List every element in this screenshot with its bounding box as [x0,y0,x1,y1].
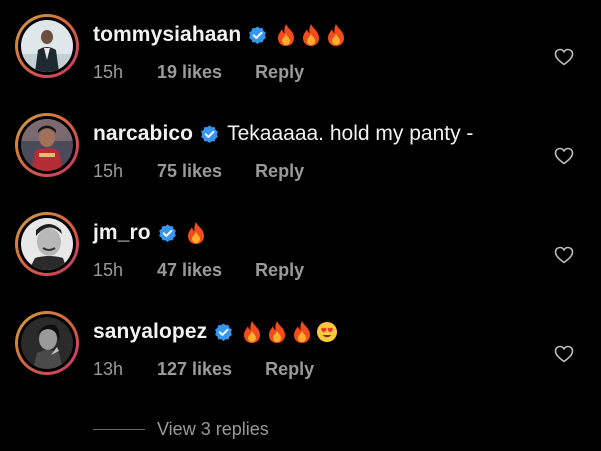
comment-item: sanyalopez 13h 127 likes Reply [0,311,601,401]
view-replies-label: View 3 replies [157,418,269,439]
comment-item: tommysiahaan 15h 19 likes Reply [0,14,601,104]
view-replies-button[interactable]: View 3 replies [93,417,269,441]
comment-item: narcabico Tekaaaaa. hold my panty - 15h … [0,113,601,203]
reply-button[interactable]: Reply [255,62,304,83]
story-ring[interactable] [15,311,79,375]
fire-emoji [275,23,297,47]
avatar[interactable] [21,218,73,270]
username[interactable]: narcabico [93,122,193,146]
avatar-gap [18,17,76,75]
likes-count[interactable]: 19 likes [157,62,222,83]
fire-emoji [300,23,322,47]
fire-emoji [266,320,288,344]
timestamp: 15h [93,160,124,181]
fire-emoji [185,221,207,245]
avatar-gap [18,116,76,174]
reply-button[interactable]: Reply [265,359,314,380]
comment-text: Tekaaaaa. hold my panty - [227,122,474,145]
likes-count[interactable]: 75 likes [157,161,222,182]
avatar-gap [18,215,76,273]
username[interactable]: tommysiahaan [93,23,241,47]
verified-badge-icon [200,124,219,144]
comment-header: sanyalopez [93,317,341,347]
reply-button[interactable]: Reply [255,161,304,182]
username[interactable]: jm_ro [93,221,151,245]
avatar[interactable] [21,119,73,171]
verified-badge-icon [158,223,177,243]
comment-item: jm_ro 15h 47 likes Reply [0,212,601,302]
story-ring[interactable] [15,212,79,276]
verified-badge-icon [248,25,267,45]
username[interactable]: sanyalopez [93,320,207,344]
comment-meta: 15h 19 likes Reply [93,60,304,84]
avatar-gap [18,314,76,372]
timestamp: 15h [93,259,124,280]
story-ring[interactable] [15,113,79,177]
likes-count[interactable]: 127 likes [157,359,232,380]
comment-header: tommysiahaan [93,20,350,50]
comment-header: jm_ro [93,218,210,248]
smiling-face-with-heart-eyes-emoji [316,320,338,344]
comment-meta: 13h 127 likes Reply [93,357,314,381]
fire-emoji [291,320,313,344]
story-ring[interactable] [15,14,79,78]
timestamp: 15h [93,61,124,82]
fire-emoji [241,320,263,344]
avatar[interactable] [21,20,73,72]
heart-outline-icon[interactable] [554,48,574,66]
timestamp: 13h [93,358,124,379]
verified-badge-icon [214,322,233,342]
comment-header: narcabico Tekaaaaa. hold my panty - [93,119,473,149]
comment-meta: 15h 75 likes Reply [93,159,304,183]
likes-count[interactable]: 47 likes [157,260,222,281]
heart-outline-icon[interactable] [554,246,574,264]
reply-button[interactable]: Reply [255,260,304,281]
comment-meta: 15h 47 likes Reply [93,258,304,282]
heart-outline-icon[interactable] [554,345,574,363]
heart-outline-icon[interactable] [554,147,574,165]
fire-emoji [325,23,347,47]
replies-divider-line [93,428,145,430]
avatar[interactable] [21,317,73,369]
